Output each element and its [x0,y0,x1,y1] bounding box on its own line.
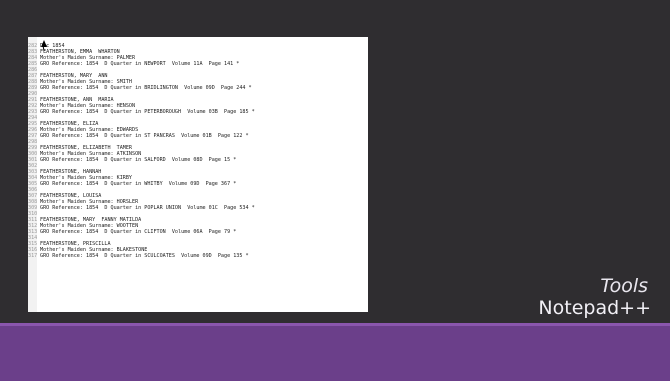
line-text: GRO Reference: 1854 D Quarter in ST PANC… [40,133,249,139]
footer-band [0,326,670,381]
line-text: GRO Reference: 1854 D Quarter in BRIDLIN… [40,85,252,91]
line-text: GRO Reference: 1854 D Quarter in PETERBO… [40,109,255,115]
line-text: GRO Reference: 1854 D Quarter in POPLAR … [40,205,255,211]
slide-title: Notepad++ [538,297,651,319]
notepad-screenshot: 282 Dec 1854 283 FEATHERSTON, EMMA WHARTON 2… [28,37,368,312]
editor-line: 317 GRO Reference: 1854 D Quarter in SCUL… [28,253,368,259]
line-text: GRO Reference: 1854 D Quarter in WHITBY … [40,181,237,187]
editor-text-area: 282 Dec 1854 283 FEATHERSTON, EMMA WHARTON 2… [28,43,368,259]
line-number: 317 [28,253,38,259]
line-text: GRO Reference: 1854 D Quarter in CLIFTON… [40,229,237,235]
line-text: GRO Reference: 1854 D Quarter in SCULCOA… [40,253,249,259]
slide-subtitle: Tools [600,275,648,297]
slide: 282 Dec 1854 283 FEATHERSTON, EMMA WHARTON 2… [0,0,670,381]
line-text: GRO Reference: 1854 D Quarter in SALFORD… [40,157,237,163]
line-text: GRO Reference: 1854 D Quarter in NEWPORT… [40,61,240,67]
